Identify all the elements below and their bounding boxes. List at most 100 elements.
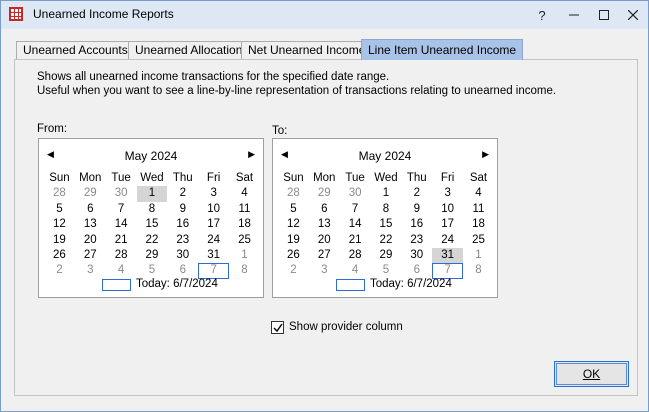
calendar-day[interactable]: 29 [371,248,402,263]
calendar-day[interactable]: 23 [401,233,432,248]
show-provider-checkbox[interactable] [271,321,284,334]
calendar-day[interactable]: 16 [401,217,432,232]
calendar-day[interactable]: 29 [75,186,106,201]
tab-net-unearned-income[interactable]: Net Unearned Income [241,41,373,59]
calendar-day[interactable]: 31 [198,248,229,263]
calendar-day[interactable]: 1 [229,248,260,263]
calendar-day[interactable]: 15 [371,217,402,232]
calendar-day[interactable]: 24 [432,233,463,248]
calendar-day[interactable]: 13 [75,217,106,232]
calendar-day[interactable]: 30 [167,248,198,263]
calendar-day[interactable]: 14 [106,217,137,232]
month-title[interactable]: May 2024 [39,149,263,163]
today-text[interactable]: Today: 6/7/2024 [370,278,452,290]
calendar-day[interactable]: 25 [229,233,260,248]
today-footer[interactable]: Today: 6/7/2024 [39,278,263,293]
calendar-day[interactable]: 2 [401,186,432,201]
calendar-day[interactable]: 30 [401,248,432,263]
calendar-day[interactable]: 20 [309,233,340,248]
calendar-day[interactable]: 6 [167,263,198,278]
calendar-day[interactable]: 8 [463,263,494,278]
calendar-day[interactable]: 7 [106,202,137,217]
calendar-day[interactable]: 10 [432,202,463,217]
calendar-day[interactable]: 11 [463,202,494,217]
calendar-day[interactable]: 23 [167,233,198,248]
ok-button[interactable]: OK [554,361,629,387]
calendar-day[interactable]: 6 [309,202,340,217]
calendar-day[interactable]: 3 [309,263,340,278]
calendar-day[interactable]: 2 [278,263,309,278]
calendar-day[interactable]: 9 [167,202,198,217]
calendar-day[interactable]: 22 [371,233,402,248]
calendar-day[interactable]: 18 [463,217,494,232]
calendar-day[interactable]: 9 [401,202,432,217]
help-button[interactable]: ? [527,1,557,29]
calendar-day[interactable]: 4 [463,186,494,201]
calendar-day[interactable]: 5 [278,202,309,217]
tab-line-item-unearned-income[interactable]: Line Item Unearned Income [361,39,524,60]
calendar-day[interactable]: 30 [106,186,137,201]
next-month-icon[interactable]: ▶ [482,149,489,160]
calendar-day[interactable]: 8 [137,202,168,217]
calendar-day[interactable]: 17 [432,217,463,232]
calendar-day[interactable]: 5 [44,202,75,217]
calendar-day[interactable]: 30 [340,186,371,201]
calendar-day[interactable]: 29 [309,186,340,201]
calendar-day[interactable]: 19 [44,233,75,248]
calendar-day[interactable]: 28 [106,248,137,263]
calendar-day[interactable]: 20 [75,233,106,248]
calendar-day[interactable]: 21 [340,233,371,248]
show-provider-label[interactable]: Show provider column [289,321,403,333]
from-calendar[interactable]: May 2024 ◀ ▶ Sun Mon Tue Wed Thu Fri Sat 28 29 30… [38,138,264,298]
calendar-day[interactable]: 8 [371,202,402,217]
calendar-day[interactable]: 3 [198,186,229,201]
calendar-day[interactable]: 4 [340,263,371,278]
calendar-day[interactable]: 1 [136,186,168,202]
calendar-day[interactable]: 6 [401,263,432,278]
calendar-day[interactable]: 4 [106,263,137,278]
previous-month-icon[interactable]: ◀ [47,149,54,160]
calendar-day[interactable]: 13 [309,217,340,232]
today-text[interactable]: Today: 6/7/2024 [136,278,218,290]
minimize-button[interactable] [559,1,589,29]
calendar-day[interactable]: 3 [432,186,463,201]
tab-unearned-allocation[interactable]: Unearned Allocation [128,41,250,59]
calendar-day[interactable]: 10 [198,202,229,217]
calendar-day[interactable]: 5 [137,263,168,278]
calendar-day[interactable]: 8 [229,263,260,278]
calendar-day[interactable]: 3 [75,263,106,278]
calendar-day[interactable]: 26 [44,248,75,263]
calendar-day[interactable]: 6 [75,202,106,217]
calendar-day[interactable]: 28 [44,186,75,201]
calendar-day[interactable]: 12 [278,217,309,232]
calendar-day[interactable]: 12 [44,217,75,232]
calendar-day[interactable]: 21 [106,233,137,248]
next-month-icon[interactable]: ▶ [248,149,255,160]
calendar-day[interactable]: 5 [371,263,402,278]
close-button[interactable] [618,1,648,29]
calendar-day[interactable]: 29 [137,248,168,263]
calendar-day[interactable]: 19 [278,233,309,248]
today-footer[interactable]: Today: 6/7/2024 [273,278,497,293]
calendar-day[interactable]: 7 [198,263,230,279]
calendar-day[interactable]: 27 [309,248,340,263]
calendar-day[interactable]: 22 [137,233,168,248]
calendar-day[interactable]: 28 [278,186,309,201]
calendar-day[interactable]: 11 [229,202,260,217]
calendar-day[interactable]: 1 [463,248,494,263]
maximize-button[interactable] [589,1,619,29]
tab-unearned-accounts[interactable]: Unearned Accounts [16,41,135,59]
calendar-day[interactable]: 2 [167,186,198,201]
calendar-day[interactable]: 2 [44,263,75,278]
calendar-day[interactable]: 15 [137,217,168,232]
calendar-day[interactable]: 16 [167,217,198,232]
calendar-day[interactable]: 1 [371,186,402,201]
month-title[interactable]: May 2024 [273,149,497,163]
calendar-day[interactable]: 17 [198,217,229,232]
calendar-day[interactable]: 26 [278,248,309,263]
calendar-day[interactable]: 18 [229,217,260,232]
calendar-day[interactable]: 28 [340,248,371,263]
calendar-day[interactable]: 25 [463,233,494,248]
calendar-day[interactable]: 27 [75,248,106,263]
calendar-day[interactable]: 24 [198,233,229,248]
